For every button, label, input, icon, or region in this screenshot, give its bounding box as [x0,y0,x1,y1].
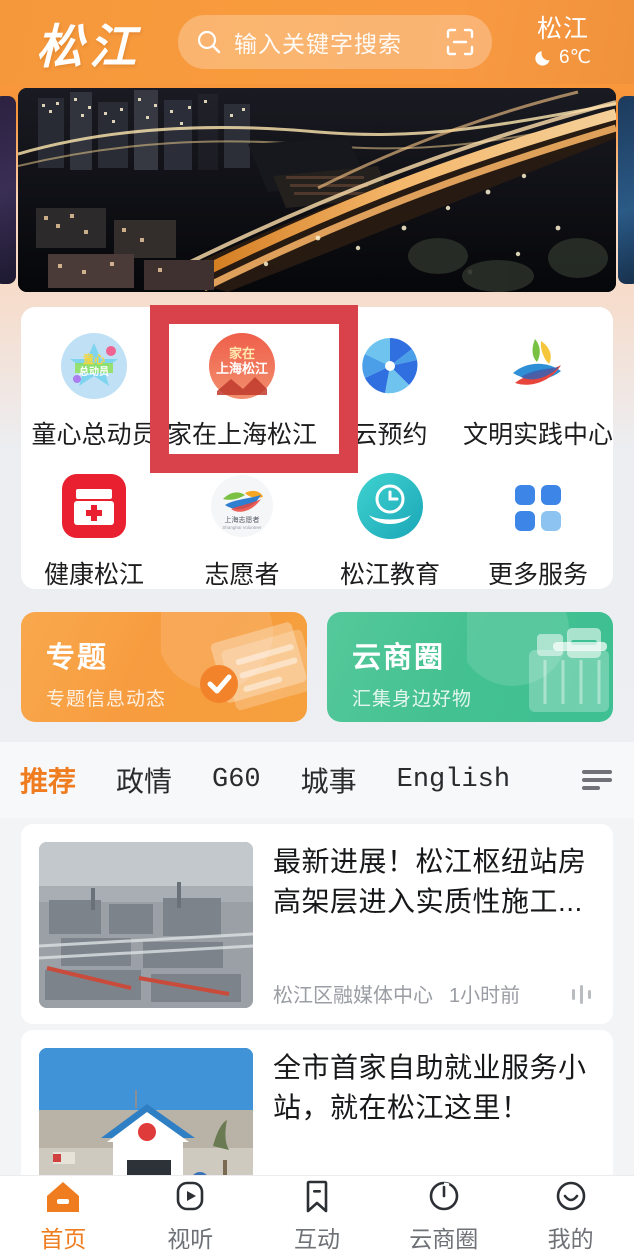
jiankang-songjiang-icon [57,469,131,543]
promo-title: 专题 [46,642,109,674]
nav-item-home[interactable]: 首页 [0,1179,127,1254]
nav-item-yunshangquan[interactable]: 云商圈 [380,1179,507,1254]
nav-label: 云商圈 [409,1226,479,1252]
tab-chengshi[interactable]: 城事 [301,760,357,800]
service-label: 志愿者 [204,561,280,589]
search-icon [196,29,222,55]
service-item-tongxin[interactable]: 童心 总动员 童心总动员 [21,329,167,451]
bookmark-icon [298,1179,336,1215]
weather-city: 松江 [536,14,589,43]
service-item-jiankang-songjiang[interactable]: 健康松江 [21,469,167,591]
circle-refresh-icon [425,1179,463,1215]
banner-slide-active[interactable] [18,88,616,292]
feed-tabs: 推荐 政情 G60 城事 English [0,742,634,818]
svg-text:上海志愿者: 上海志愿者 [224,515,259,524]
audio-wave-icon[interactable] [569,983,595,1005]
jiazai-shanghai-songjiang-icon: 家在 上海松江 [205,329,279,403]
nav-label: 互动 [293,1226,340,1252]
service-label: 健康松江 [43,561,144,589]
news-title[interactable]: 最新进展！松江枢纽站房高架层进入实质性施工... [273,842,595,922]
search-bar[interactable]: 输入关键字搜索 [178,15,492,69]
service-item-jiazai-songjiang[interactable]: 家在 上海松江 家在上海松江 [167,329,317,451]
svg-text:家在: 家在 [229,346,255,361]
service-item-more[interactable]: 更多服务 [463,469,613,591]
banner-carousel[interactable] [0,88,634,292]
smiley-face-icon [552,1179,590,1215]
service-item-songjiang-jiaoyu[interactable]: 松江教育 [317,469,463,591]
news-title[interactable]: 全市首家自助就业服务小站，就在松江这里！ [273,1048,595,1128]
promo-card-zhuanti[interactable]: 专题 专题信息动态 [21,612,307,722]
promo-card-yunshangquan[interactable]: 云商圈 汇集身边好物 [327,612,613,722]
news-meta: 松江区融媒体中心 1小时前 [273,979,595,1008]
zhiyuanzhe-icon: 上海志愿者 Shanghai Volunteer [205,469,279,543]
service-label: 家在上海松江 [166,421,317,449]
moon-icon [535,48,554,67]
service-item-zhiyuanzhe[interactable]: 上海志愿者 Shanghai Volunteer 志愿者 [167,469,317,591]
tab-english[interactable]: English [397,765,510,795]
app-header: 松江 输入关键字搜索 松江 6℃ [0,0,634,84]
weather-widget[interactable]: 松江 6℃ [492,0,634,84]
tab-g60[interactable]: G60 [212,765,261,795]
nav-item-shiting[interactable]: 视听 [127,1179,254,1254]
search-input[interactable]: 输入关键字搜索 [234,25,446,59]
svg-text:总动员: 总动员 [79,365,109,378]
play-icon [171,1179,209,1215]
news-thumbnail[interactable] [39,842,253,1008]
nav-label: 首页 [40,1226,87,1252]
promo-banners: 专题 专题信息动态 云商圈 汇集身边好物 [21,612,613,722]
more-grid-icon [501,469,575,543]
promo-subtitle: 汇集身边好物 [352,689,473,710]
service-label: 云预约 [352,421,428,449]
weather-temperature: 6℃ [559,46,591,68]
yunyuyue-icon [353,329,427,403]
app-logo: 松江 [36,21,142,74]
songjiang-jiaoyu-icon [353,469,427,543]
tongxin-app-icon: 童心 总动员 [57,329,131,403]
svg-text:上海松江: 上海松江 [216,361,268,376]
news-card[interactable]: 最新进展！松江枢纽站房高架层进入实质性施工... 松江区融媒体中心 1小时前 [21,824,613,1024]
services-grid: 童心 总动员 童心总动员 家在 上海松江 家在上海松江 云预约 文明实践中心 健… [21,329,613,591]
promo-title: 云商圈 [352,642,446,674]
tab-zhengqing[interactable]: 政情 [116,760,172,800]
service-label: 松江教育 [339,561,440,589]
nav-item-hudong[interactable]: 互动 [254,1179,381,1254]
service-item-yunyuyue[interactable]: 云预约 [317,329,463,451]
services-card: 童心 总动员 童心总动员 家在 上海松江 家在上海松江 云预约 文明实践中心 健… [21,307,613,589]
promo-subtitle: 专题信息动态 [46,689,167,710]
wenming-shijian-icon [501,329,575,403]
banner-prev-slide[interactable] [0,96,16,284]
nav-label: 我的 [547,1226,594,1252]
news-source: 松江区融媒体中心 [273,985,433,1007]
service-item-wenming-shijian[interactable]: 文明实践中心 [463,329,613,451]
service-label: 文明实践中心 [462,421,613,449]
tab-list-icon[interactable] [580,767,614,793]
home-icon [44,1179,82,1215]
banner-next-slide[interactable] [618,96,634,284]
nav-label: 视听 [167,1226,214,1252]
svg-text:Shanghai Volunteer: Shanghai Volunteer [222,525,262,530]
bottom-navigation: 首页 视听 互动 云商圈 我的 [0,1175,634,1257]
svg-text:童心: 童心 [83,352,105,366]
service-label: 童心总动员 [31,421,157,449]
service-label: 更多服务 [487,561,588,589]
news-body: 最新进展！松江枢纽站房高架层进入实质性施工... 松江区融媒体中心 1小时前 [273,842,595,1008]
scan-icon[interactable] [446,28,474,56]
news-time: 1小时前 [449,985,521,1007]
tab-tuijian[interactable]: 推荐 [20,760,76,800]
nav-item-wode[interactable]: 我的 [507,1179,634,1254]
